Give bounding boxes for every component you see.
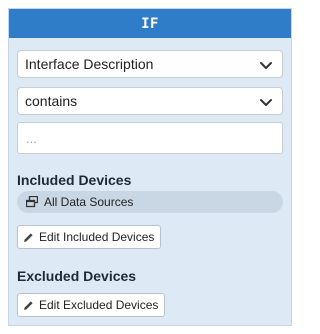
panel-header: IF xyxy=(9,9,291,38)
field-select[interactable]: Interface Description xyxy=(17,50,283,78)
data-source-chip[interactable]: All Data Sources xyxy=(17,191,283,213)
edit-included-devices-button[interactable]: Edit Included Devices xyxy=(17,225,162,249)
chip-label: All Data Sources xyxy=(44,195,134,209)
field-select-value: Interface Description xyxy=(25,56,154,72)
operator-select-value: contains xyxy=(25,93,78,109)
pencil-icon xyxy=(24,300,33,310)
edit-included-label: Edit Included Devices xyxy=(39,230,155,244)
chevron-down-icon xyxy=(260,62,272,69)
edit-excluded-devices-button[interactable]: Edit Excluded Devices xyxy=(17,293,166,317)
operator-select[interactable]: contains xyxy=(17,87,283,115)
stacked-windows-icon xyxy=(26,196,38,208)
value-input[interactable] xyxy=(17,122,283,154)
included-devices-heading: Included Devices xyxy=(17,172,132,188)
chevron-down-icon xyxy=(260,99,272,106)
condition-panel: IF Interface Description contains Includ… xyxy=(8,8,292,326)
excluded-devices-heading: Excluded Devices xyxy=(17,268,137,284)
edit-excluded-label: Edit Excluded Devices xyxy=(39,298,159,312)
panel-title: IF xyxy=(141,15,159,32)
pencil-icon xyxy=(24,232,33,242)
